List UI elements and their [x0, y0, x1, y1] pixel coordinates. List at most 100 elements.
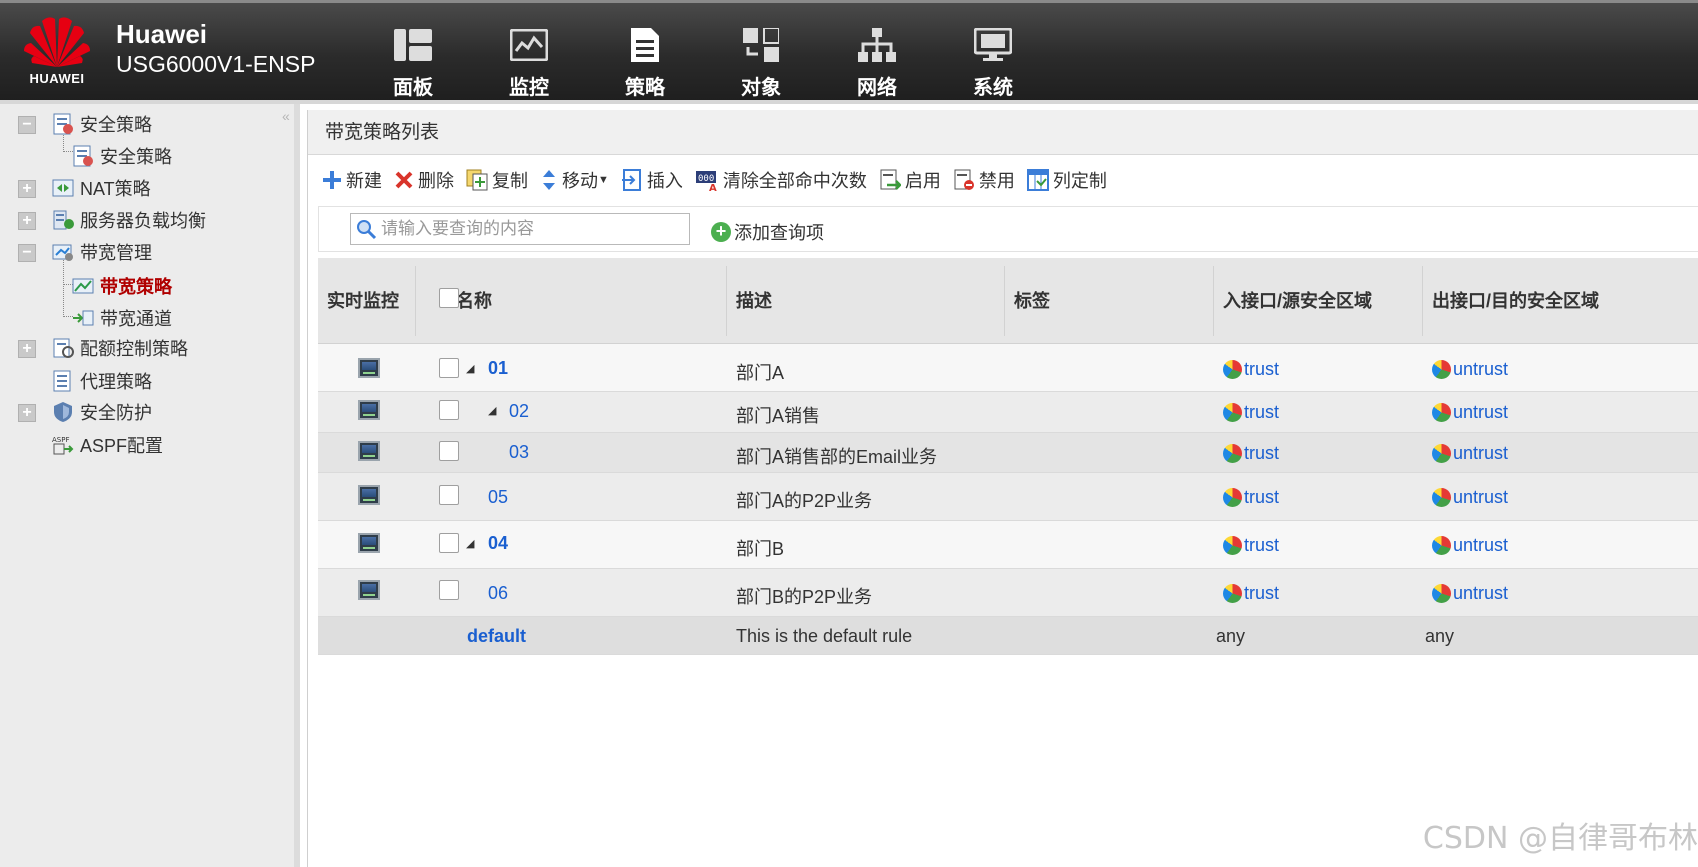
sidebar-item-quota-control[interactable]: 配额控制策略	[52, 334, 188, 362]
expand-toggle[interactable]: +	[18, 212, 36, 230]
policy-name-link[interactable]: 01	[488, 358, 508, 379]
nav-object[interactable]: 对象	[703, 25, 819, 99]
row-checkbox[interactable]	[439, 358, 459, 378]
huawei-logo: HUAWEI	[22, 13, 92, 89]
svg-text:ASPF: ASPF	[52, 436, 69, 444]
policy-name-link[interactable]: default	[467, 626, 526, 647]
policy-name-link[interactable]: 05	[488, 487, 508, 508]
source-zone-link[interactable]: trust	[1223, 402, 1279, 423]
column-header-monitor[interactable]: 实时监控	[318, 266, 416, 336]
row-checkbox[interactable]	[439, 441, 459, 461]
table-row[interactable]: 06 部门B的P2P业务 trust untrust	[318, 569, 1698, 617]
copy-button[interactable]: 复制	[466, 167, 528, 193]
sidebar-item-security-protection[interactable]: 安全防护	[52, 398, 152, 426]
nav-system[interactable]: 系统	[935, 25, 1051, 99]
nav-network[interactable]: 网络	[819, 25, 935, 99]
sidebar-item-nat-policy[interactable]: NAT策略	[52, 174, 151, 202]
destination-zone-link[interactable]: untrust	[1432, 583, 1508, 604]
nav-monitor[interactable]: 监控	[471, 25, 587, 99]
collapse-toggle[interactable]: −	[18, 116, 36, 134]
destination-zone-link[interactable]: untrust	[1432, 402, 1508, 423]
sidebar-item-security-policy[interactable]: 安全策略	[72, 142, 172, 170]
column-header-name[interactable]: 名称	[416, 266, 727, 336]
sidebar-item-aspf[interactable]: ASPF ASPF配置	[52, 431, 163, 459]
expand-toggle[interactable]: +	[18, 340, 36, 358]
destination-zone-link[interactable]: untrust	[1432, 487, 1508, 508]
search-input[interactable]	[381, 219, 681, 239]
collapse-toggle[interactable]: −	[18, 244, 36, 262]
source-zone-link[interactable]: trust	[1223, 535, 1279, 556]
sidebar-item-bandwidth-management[interactable]: 带宽管理	[52, 238, 152, 266]
source-zone-link[interactable]: trust	[1223, 487, 1279, 508]
policy-name-link[interactable]: 02	[509, 401, 529, 422]
row-checkbox[interactable]	[439, 580, 459, 600]
new-button[interactable]: 新建	[322, 167, 382, 193]
destination-zone-link[interactable]: untrust	[1432, 535, 1508, 556]
policy-description: 部门B的P2P业务	[736, 587, 873, 607]
move-button[interactable]: 移动 ▼	[540, 167, 609, 193]
delete-button[interactable]: 删除	[394, 167, 454, 193]
zone-icon	[1432, 536, 1451, 555]
destination-zone-link[interactable]: untrust	[1432, 359, 1508, 380]
realtime-monitor-icon[interactable]	[358, 533, 380, 553]
expand-caret-icon[interactable]: ◢	[488, 404, 496, 417]
expand-toggle[interactable]: +	[18, 404, 36, 422]
policy-name-link[interactable]: 04	[488, 533, 508, 554]
realtime-monitor-icon[interactable]	[358, 400, 380, 420]
table-row[interactable]: 03 部门A销售部的Email业务 trust untrust	[318, 433, 1698, 473]
disable-button[interactable]: 禁用	[953, 167, 1015, 193]
source-zone-link[interactable]: trust	[1223, 443, 1279, 464]
nav-policy[interactable]: 策略	[587, 25, 703, 99]
sidebar-item-bandwidth-channel[interactable]: 带宽通道	[72, 304, 172, 332]
proxy-policy-icon	[52, 370, 74, 392]
realtime-monitor-icon[interactable]	[358, 358, 380, 378]
sidebar-item-security-policy-group[interactable]: 安全策略	[52, 110, 152, 138]
column-header-destination-zone[interactable]: 出接口/目的安全区域	[1423, 266, 1698, 336]
select-all-checkbox[interactable]	[439, 288, 459, 308]
realtime-monitor-icon[interactable]	[358, 441, 380, 461]
sidebar-item-server-load-balance[interactable]: 服务器负载均衡	[52, 206, 206, 234]
expand-toggle[interactable]: +	[18, 180, 36, 198]
destination-zone-link[interactable]: untrust	[1432, 443, 1508, 464]
collapse-sidebar-icon[interactable]: «	[282, 108, 290, 124]
row-checkbox[interactable]	[439, 485, 459, 505]
sidebar-item-bandwidth-policy[interactable]: 带宽策略	[72, 272, 172, 300]
realtime-monitor-icon[interactable]	[358, 580, 380, 600]
main-panel: 带宽策略列表 新建 删除 复制 移动 ▼ 插入 000 A 清除全部命中次数 启…	[307, 110, 1698, 867]
nav-dashboard[interactable]: 面板	[355, 25, 471, 99]
row-checkbox[interactable]	[439, 400, 459, 420]
expand-caret-icon[interactable]: ◢	[466, 537, 474, 550]
table-row[interactable]: ◢ 01 部门A trust untrust	[318, 344, 1698, 392]
realtime-monitor-icon[interactable]	[358, 485, 380, 505]
policy-description: 部门A销售部的Email业务	[736, 447, 938, 467]
source-zone-link[interactable]: trust	[1223, 359, 1279, 380]
bandwidth-policy-icon	[72, 275, 94, 297]
clear-counter-icon: 000A	[695, 171, 717, 191]
default-rule-row[interactable]: default This is the default rule any any	[318, 617, 1698, 655]
table-row[interactable]: 05 部门A的P2P业务 trust untrust	[318, 473, 1698, 521]
policy-name-link[interactable]: 03	[509, 442, 529, 463]
column-header-description[interactable]: 描述	[727, 266, 1005, 336]
sidebar-item-proxy-policy[interactable]: 代理策略	[52, 367, 152, 395]
enable-button[interactable]: 启用	[879, 167, 941, 193]
add-query-button[interactable]: + 添加查询项	[711, 219, 824, 245]
table-row[interactable]: ◢ 02 部门A销售 trust untrust	[318, 392, 1698, 433]
nav-label: 面板	[393, 77, 433, 99]
customize-columns-button[interactable]: 列定制	[1026, 167, 1107, 193]
brand: Huawei USG6000V1-ENSP	[116, 19, 315, 79]
row-checkbox[interactable]	[439, 533, 459, 553]
expand-caret-icon[interactable]: ◢	[466, 362, 474, 375]
quota-control-icon	[52, 337, 74, 359]
zone-icon	[1223, 536, 1242, 555]
clear-hits-button[interactable]: 000 A 清除全部命中次数	[695, 167, 867, 193]
table-row[interactable]: ◢ 04 部门B trust untrust	[318, 521, 1698, 569]
insert-button[interactable]: 插入	[621, 167, 683, 193]
source-zone-link[interactable]: trust	[1223, 583, 1279, 604]
bandwidth-management-icon	[52, 241, 74, 263]
column-header-source-zone[interactable]: 入接口/源安全区域	[1214, 266, 1423, 336]
search-box[interactable]	[350, 213, 690, 245]
policy-name-link[interactable]: 06	[488, 583, 508, 604]
zone-icon	[1432, 403, 1451, 422]
column-header-tag[interactable]: 标签	[1005, 266, 1214, 336]
zone-icon	[1432, 360, 1451, 379]
